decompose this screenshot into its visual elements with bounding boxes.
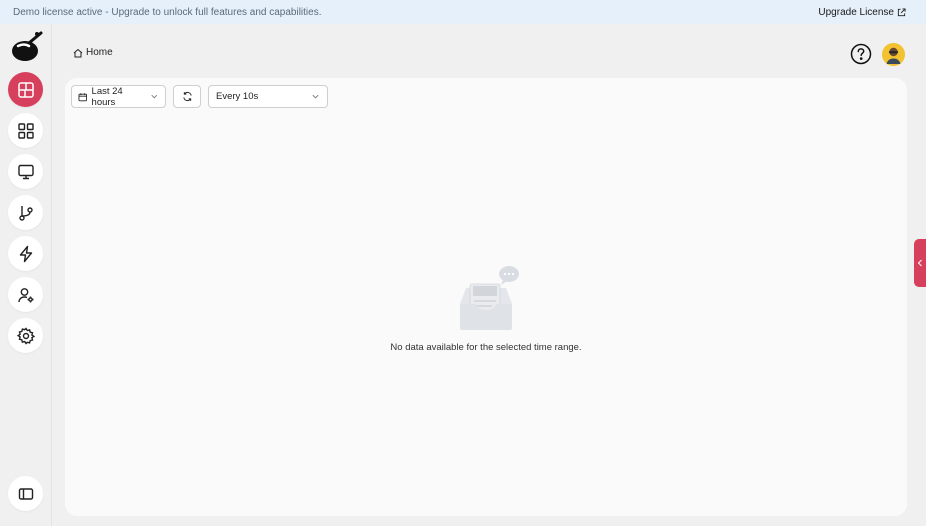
empty-inbox-icon	[460, 266, 519, 330]
upgrade-license-link[interactable]: Upgrade License	[818, 7, 906, 18]
sidebar-item-dashboard[interactable]	[8, 72, 43, 107]
external-link-icon	[897, 7, 906, 16]
sidebar-item-monitor[interactable]	[8, 154, 43, 189]
refresh-interval-value: Every 10s	[216, 91, 259, 102]
breadcrumb-home: Home	[86, 47, 113, 58]
monitor-icon	[17, 164, 34, 179]
git-branch-icon	[18, 205, 33, 221]
user-settings-icon	[17, 287, 33, 302]
app-logo	[12, 31, 43, 61]
empty-state: No data available for the selected time …	[65, 264, 907, 353]
lightning-icon	[19, 245, 32, 262]
header: Home	[52, 24, 926, 78]
empty-state-message: No data available for the selected time …	[390, 342, 582, 353]
sidebar-toggle-icon	[18, 487, 33, 500]
user-avatar[interactable]	[882, 43, 905, 66]
sidebar-item-workflows[interactable]	[8, 195, 43, 230]
sidebar-toggle-button[interactable]	[8, 476, 43, 511]
chevron-down-icon	[151, 94, 158, 99]
time-range-select[interactable]: Last 24 hours	[71, 85, 166, 108]
right-panel-toggle[interactable]	[914, 239, 926, 287]
upgrade-license-label: Upgrade License	[818, 6, 894, 18]
avatar-icon	[882, 43, 905, 66]
sidebar-item-user-management[interactable]	[8, 277, 43, 312]
refresh-interval-select[interactable]: Every 10s	[208, 85, 328, 108]
help-icon[interactable]	[850, 43, 872, 65]
time-range-value: Last 24 hours	[91, 85, 123, 108]
chevron-left-icon	[917, 259, 922, 267]
breadcrumb[interactable]: Home	[73, 47, 113, 58]
gear-icon	[16, 326, 35, 345]
sidebar	[0, 24, 52, 526]
license-banner: Demo license active - Upgrade to unlock …	[0, 0, 926, 24]
sidebar-item-settings[interactable]	[8, 318, 43, 353]
sidebar-item-apps[interactable]	[8, 113, 43, 148]
home-icon	[73, 48, 83, 57]
dashboard-icon	[17, 81, 34, 98]
grid-icon	[17, 122, 34, 139]
chevron-down-icon	[312, 94, 319, 99]
refresh-button[interactable]	[173, 85, 201, 108]
license-banner-text: Demo license active - Upgrade to unlock …	[13, 6, 322, 18]
main-panel: Last 24 hours Every 10s No data availabl…	[65, 78, 907, 516]
sidebar-item-automation[interactable]	[8, 236, 43, 271]
refresh-icon	[182, 92, 192, 101]
calendar-icon	[78, 92, 88, 101]
